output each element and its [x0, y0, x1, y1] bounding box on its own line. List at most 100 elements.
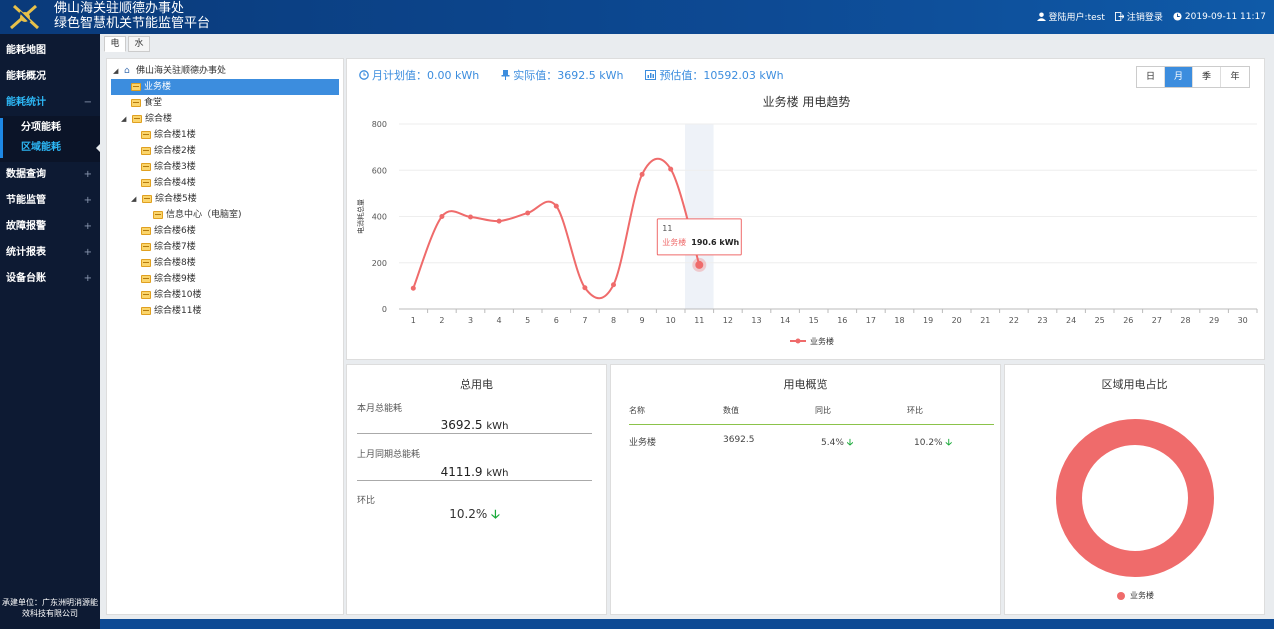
x-tick-label: 1: [411, 316, 416, 325]
tree-node-floor[interactable]: 综合楼11楼: [141, 303, 201, 319]
data-point[interactable]: [611, 282, 616, 288]
legend-marker[interactable]: [795, 338, 801, 344]
x-tick-label: 7: [582, 316, 587, 325]
folder-icon: [131, 99, 141, 107]
x-tick-label: 8: [611, 316, 616, 325]
arrow-down-icon: 🡣: [945, 438, 952, 448]
tooltip-x: 11: [662, 224, 672, 233]
last-month-value: 4111.9 kWh: [357, 465, 592, 481]
expanded-icon[interactable]: ◢: [131, 191, 139, 207]
energy-type-tabs: 电 水: [104, 36, 152, 52]
nav-energy-supervision[interactable]: 节能监管 +: [0, 188, 100, 214]
data-point[interactable]: [668, 166, 674, 172]
nav-energy-map[interactable]: 能耗地图: [0, 38, 100, 64]
logout-link[interactable]: 注销登录: [1114, 10, 1163, 23]
user-bar: 登陆用户:test 注销登录 2019-09-11 11:17: [1036, 10, 1266, 23]
x-tick-label: 17: [866, 316, 876, 325]
x-tick-label: 20: [952, 316, 962, 325]
tree-node-floor[interactable]: 综合楼2楼: [141, 143, 196, 159]
folder-icon: [142, 195, 152, 203]
arrow-down-icon: 🡣: [491, 507, 500, 521]
y-tick-label: 200: [372, 259, 387, 268]
x-tick-label: 3: [468, 316, 473, 325]
user-icon: [1036, 12, 1046, 21]
data-point[interactable]: [525, 210, 531, 216]
data-point[interactable]: [553, 203, 559, 209]
folder-icon: [141, 147, 151, 155]
tree-node-floor5[interactable]: ◢ 综合楼5楼: [131, 191, 197, 207]
row-mom: 10.2% 🡣: [914, 438, 952, 448]
trend-chart-panel: 月计划值：0.00 kWh 实际值：3692.5 kWh 预估值：10592.0…: [346, 58, 1265, 360]
col-value: 数值: [723, 406, 739, 415]
expanded-icon[interactable]: ◢: [113, 63, 121, 79]
tree-node-complex-building[interactable]: ◢ 综合楼: [121, 111, 172, 127]
collapse-icon: −: [83, 97, 92, 108]
donut-legend[interactable]: 业务楼: [1117, 590, 1154, 601]
nav-energy-stats[interactable]: 能耗统计 −: [0, 90, 100, 116]
y-tick-label: 600: [372, 166, 387, 175]
area-share-panel: 区域用电占比 业务楼: [1004, 364, 1265, 615]
data-point[interactable]: [439, 214, 445, 219]
data-point[interactable]: [639, 171, 645, 177]
series-line[interactable]: [412, 157, 701, 300]
x-tick-label: 15: [809, 316, 819, 325]
x-tick-label: 24: [1066, 316, 1076, 325]
customs-emblem-icon: [10, 4, 40, 30]
tree-node-business-building[interactable]: 业务楼: [111, 79, 339, 95]
data-point[interactable]: [582, 285, 588, 291]
y-tick-label: 0: [382, 305, 387, 314]
nav-fault-alarm[interactable]: 故障报警 +: [0, 214, 100, 240]
arrow-down-icon: 🡣: [846, 438, 854, 448]
tab-water[interactable]: 水: [128, 36, 150, 52]
tree-node-floor[interactable]: 综合楼3楼: [141, 159, 196, 175]
x-tick-label: 26: [1123, 316, 1133, 325]
overview-table-header: 名称 数值 同比 环比: [629, 405, 994, 425]
donut-slice[interactable]: [1056, 419, 1214, 577]
tree-node-floor[interactable]: 综合楼9楼: [141, 271, 196, 287]
x-tick-label: 2: [439, 316, 444, 325]
data-point[interactable]: [496, 218, 502, 224]
data-point[interactable]: [695, 260, 704, 269]
tree-node-floor[interactable]: 综合楼1楼: [141, 127, 196, 143]
tab-electricity[interactable]: 电: [104, 36, 126, 52]
tooltip-value: 190.6 kWh: [691, 238, 739, 247]
app-title-line2: 绿色智慧机关节能监管平台: [54, 16, 211, 31]
nav-item-energy[interactable]: 分项能耗: [0, 118, 100, 138]
tree-node-floor[interactable]: 综合楼4楼: [141, 175, 196, 191]
nav-equipment-ledger[interactable]: 设备台账 +: [0, 266, 100, 292]
expanded-icon[interactable]: ◢: [121, 111, 129, 127]
data-point[interactable]: [468, 214, 473, 220]
sidebar: 能耗地图 能耗概况 能耗统计 − 分项能耗 区域能耗 数据查询 + 节能监管 + 故障…: [0, 34, 100, 629]
tooltip-series: 业务楼: [662, 237, 686, 247]
folder-icon: [141, 243, 151, 251]
tree-node-floor[interactable]: 综合楼8楼: [141, 255, 196, 271]
x-tick-label: 13: [751, 316, 761, 325]
folder-icon: [141, 131, 151, 139]
folder-icon: [132, 115, 142, 123]
legend-label[interactable]: 业务楼: [810, 336, 834, 346]
data-point[interactable]: [410, 285, 416, 291]
table-row: 业务楼 3692.5 5.4% 🡣 10.2% 🡣: [629, 435, 994, 451]
nav-data-query[interactable]: 数据查询 +: [0, 162, 100, 188]
month-total-value: 3692.5 kWh: [357, 418, 592, 434]
nav-area-energy[interactable]: 区域能耗: [0, 138, 100, 158]
tree-node-canteen[interactable]: 食堂: [131, 95, 162, 111]
tree-node-floor[interactable]: 综合楼10楼: [141, 287, 201, 303]
tree-node-info-center[interactable]: 信息中心（电脑室): [153, 207, 242, 223]
tree-node-floor[interactable]: 综合楼7楼: [141, 239, 196, 255]
folder-icon: [141, 179, 151, 187]
energy-stats-submenu: 分项能耗 区域能耗: [0, 116, 100, 162]
x-tick-label: 25: [1095, 316, 1105, 325]
usage-overview-panel: 用电概览 名称 数值 同比 环比 业务楼 3692.5 5.4% 🡣 10.2%…: [610, 364, 1001, 615]
trend-chart[interactable]: 02004006008001 2 3 4 5 6 7 8 9 10 11 12 13 14 15 16 17 18…: [347, 59, 1266, 361]
nav-energy-overview[interactable]: 能耗概况: [0, 64, 100, 90]
tree-node-root[interactable]: ◢ ⌂ 佛山海关驻顺德办事处: [113, 63, 226, 79]
y-tick-label: 800: [372, 120, 387, 129]
donut-chart[interactable]: [1005, 365, 1266, 616]
x-tick-label: 19: [923, 316, 933, 325]
x-tick-label: 9: [640, 316, 645, 325]
nav-reports[interactable]: 统计报表 +: [0, 240, 100, 266]
expand-icon: +: [83, 169, 92, 180]
tree-node-floor[interactable]: 综合楼6楼: [141, 223, 196, 239]
y-axis-label: 电消耗总量: [356, 199, 365, 234]
